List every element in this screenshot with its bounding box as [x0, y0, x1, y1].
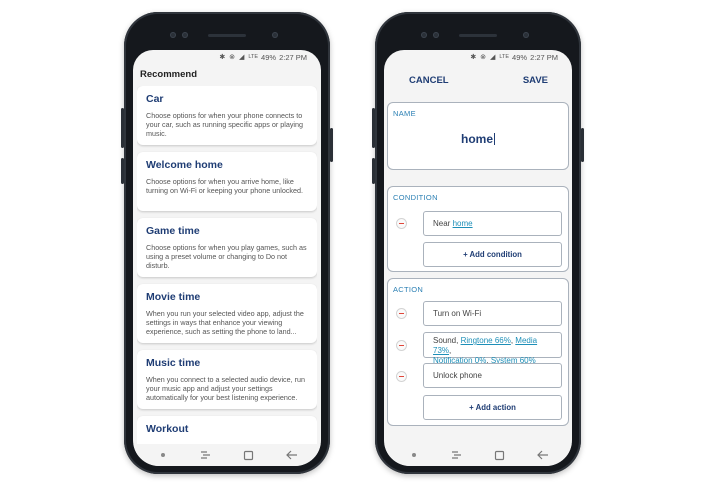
sensor [170, 32, 176, 38]
condition-near-home[interactable]: Near home [423, 211, 562, 236]
action-text: Turn on Wi-Fi [433, 309, 482, 318]
action-section: ACTION Turn on Wi-Fi Sound, Ringtone 66%… [387, 278, 569, 426]
page-title: Recommend [140, 69, 198, 80]
home-icon[interactable] [493, 449, 507, 461]
remove-action-icon[interactable] [396, 340, 407, 351]
card-description: Choose options for when you arrive home,… [146, 177, 304, 195]
screen-recommend: ✱ ⊗ ◢ LTE 49% 2:27 PM Recommend Car Choo… [133, 50, 321, 466]
action-bar: CANCEL SAVE [384, 64, 572, 96]
condition-location-link[interactable]: home [453, 219, 473, 228]
clock: 2:27 PM [530, 52, 558, 62]
home-icon[interactable] [242, 449, 256, 461]
power-key [581, 128, 584, 162]
network-indicator: LTE [499, 54, 510, 60]
remove-condition-icon[interactable] [396, 218, 407, 229]
recommend-list: Car Choose options for when your phone c… [137, 86, 317, 444]
save-button[interactable]: SAVE [523, 75, 548, 86]
dot-icon[interactable] [156, 449, 170, 461]
remove-action-icon[interactable] [396, 308, 407, 319]
card-title: Welcome home [146, 159, 223, 171]
card-title: Music time [146, 357, 201, 369]
phone-right: ✱ ⊗ ◢ LTE 49% 2:27 PM CANCEL SAVE NAME h… [372, 12, 584, 474]
remove-action-icon[interactable] [396, 371, 407, 382]
action-wifi[interactable]: Turn on Wi-Fi [423, 301, 562, 326]
bixby-key [372, 158, 375, 184]
text-cursor [494, 133, 495, 145]
nav-bar [133, 444, 321, 466]
card-title: Movie time [146, 291, 201, 303]
network-indicator: LTE [248, 54, 259, 60]
status-bar: ✱ ⊗ ◢ LTE 49% 2:27 PM [384, 50, 572, 64]
card-description: Choose options for when your phone conne… [146, 111, 304, 138]
add-condition-button[interactable]: + Add condition [423, 242, 562, 267]
action-sound[interactable]: Sound, Ringtone 66%, Media 73%, Notificat… [423, 332, 562, 365]
card-description: Choose options for when you play games, … [146, 243, 307, 270]
recommend-card-music-time[interactable]: Music time When you connect to a selecte… [137, 350, 317, 409]
earpiece-speaker [208, 34, 246, 37]
status-icons: ✱ ⊗ ◢ [219, 54, 246, 61]
cancel-button[interactable]: CANCEL [409, 75, 449, 86]
name-value: home [460, 132, 493, 146]
status-bar: ✱ ⊗ ◢ LTE 49% 2:27 PM [133, 50, 321, 64]
top-bezel [124, 26, 330, 46]
volume-key [121, 108, 124, 148]
screen-edit-mode: ✱ ⊗ ◢ LTE 49% 2:27 PM CANCEL SAVE NAME h… [384, 50, 572, 466]
recommend-card-workout[interactable]: Workout [137, 416, 317, 444]
condition-section: CONDITION Near home + Add condition [387, 186, 569, 272]
action-unlock[interactable]: Unlock phone [423, 363, 562, 388]
volume-key [372, 108, 375, 148]
separator: , [449, 346, 452, 355]
add-action-button[interactable]: + Add action [423, 395, 562, 420]
condition-label: CONDITION [393, 193, 438, 202]
action-text: Unlock phone [433, 371, 482, 380]
card-title: Game time [146, 225, 200, 237]
front-camera [523, 32, 529, 38]
name-section[interactable]: NAME home [387, 102, 569, 170]
bixby-key [121, 158, 124, 184]
recent-apps-icon[interactable] [450, 449, 464, 461]
back-icon[interactable] [285, 449, 299, 461]
recommend-card-game-time[interactable]: Game time Choose options for when you pl… [137, 218, 317, 277]
status-icons: ✱ ⊗ ◢ [470, 54, 497, 61]
nav-bar [384, 444, 572, 466]
phone-left: ✱ ⊗ ◢ LTE 49% 2:27 PM Recommend Car Choo… [121, 12, 333, 474]
condition-text: Near [433, 219, 453, 228]
front-camera [272, 32, 278, 38]
power-key [330, 128, 333, 162]
action-label: ACTION [393, 285, 424, 294]
card-description: When you connect to a selected audio dev… [146, 375, 306, 402]
recommend-card-welcome-home[interactable]: Welcome home Choose options for when you… [137, 152, 317, 211]
sensor [182, 32, 188, 38]
ringtone-link[interactable]: Ringtone 66% [461, 336, 511, 345]
sensor [421, 32, 427, 38]
card-title: Car [146, 93, 164, 105]
card-description: When you run your selected video app, ad… [146, 309, 304, 336]
top-bezel [375, 26, 581, 46]
name-label: NAME [393, 109, 416, 118]
sound-prefix: Sound, [433, 336, 461, 345]
battery-level: 49% [261, 52, 277, 62]
recent-apps-icon[interactable] [199, 449, 213, 461]
battery-level: 49% [512, 52, 528, 62]
name-input[interactable]: home [388, 132, 568, 146]
recommend-card-car[interactable]: Car Choose options for when your phone c… [137, 86, 317, 145]
recommend-card-movie-time[interactable]: Movie time When you run your selected vi… [137, 284, 317, 343]
dot-icon[interactable] [407, 449, 421, 461]
clock: 2:27 PM [279, 52, 307, 62]
card-title: Workout [146, 423, 189, 435]
back-icon[interactable] [536, 449, 550, 461]
sensor [433, 32, 439, 38]
earpiece-speaker [459, 34, 497, 37]
